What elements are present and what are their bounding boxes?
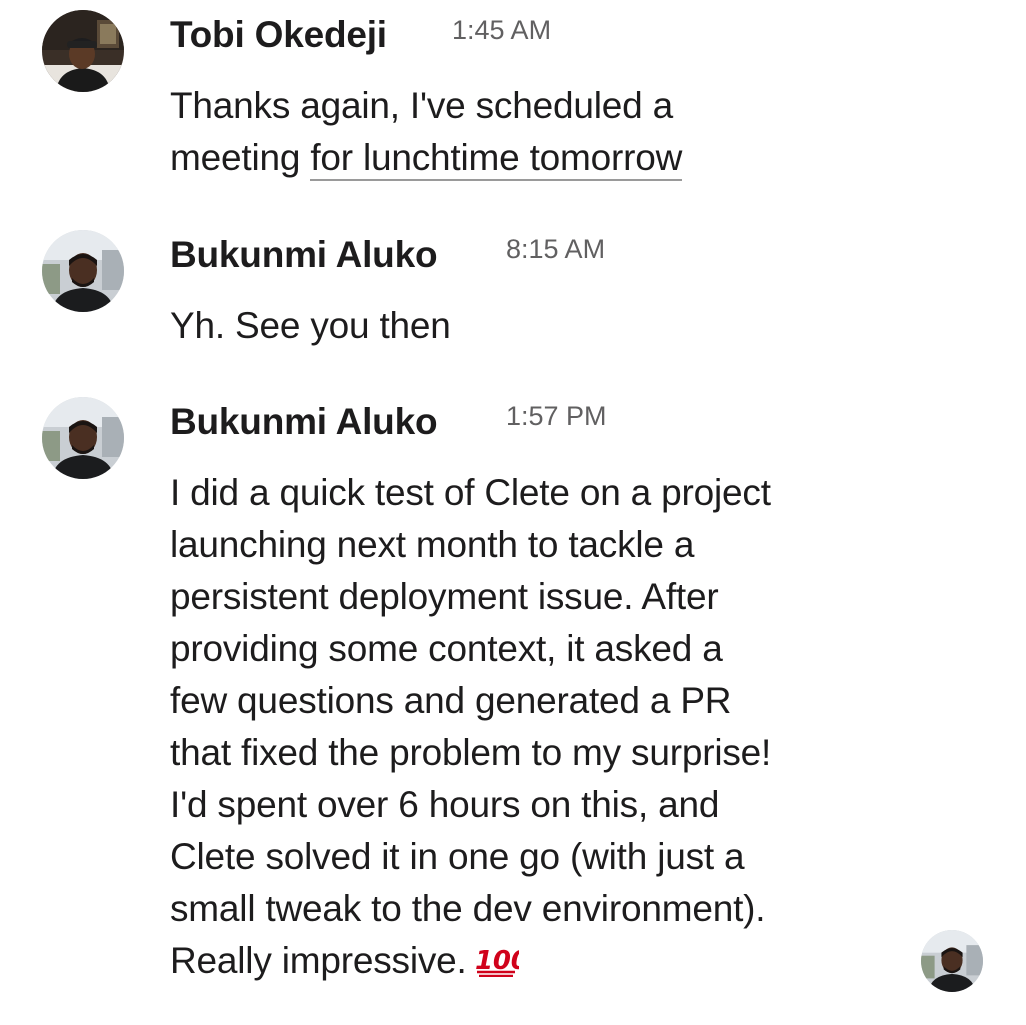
sender-name[interactable]: Bukunmi Aluko — [170, 234, 438, 276]
bukunmi-avatar[interactable] — [42, 397, 124, 479]
message-text: Thanks again, I've scheduled a meeting f… — [170, 80, 682, 184]
tobi-avatar[interactable] — [42, 10, 124, 92]
sender-name[interactable]: Bukunmi Aluko — [170, 401, 438, 443]
sender-name[interactable]: Tobi Okedeji — [170, 14, 387, 56]
timestamp[interactable]: 1:57 PM — [506, 401, 607, 432]
date-link[interactable]: for lunchtime tomorrow — [310, 137, 682, 181]
message-text: Yh. See you then — [170, 305, 451, 346]
message-text-plain: I did a quick test of Clete on a project… — [170, 472, 772, 981]
read-receipt-avatar[interactable] — [921, 930, 983, 992]
timestamp[interactable]: 8:15 AM — [506, 234, 605, 265]
bukunmi-avatar[interactable] — [42, 230, 124, 312]
timestamp[interactable]: 1:45 AM — [452, 15, 551, 46]
hundred-points-icon: 100 — [473, 939, 529, 991]
message-text: I did a quick test of Clete on a project… — [170, 467, 771, 991]
